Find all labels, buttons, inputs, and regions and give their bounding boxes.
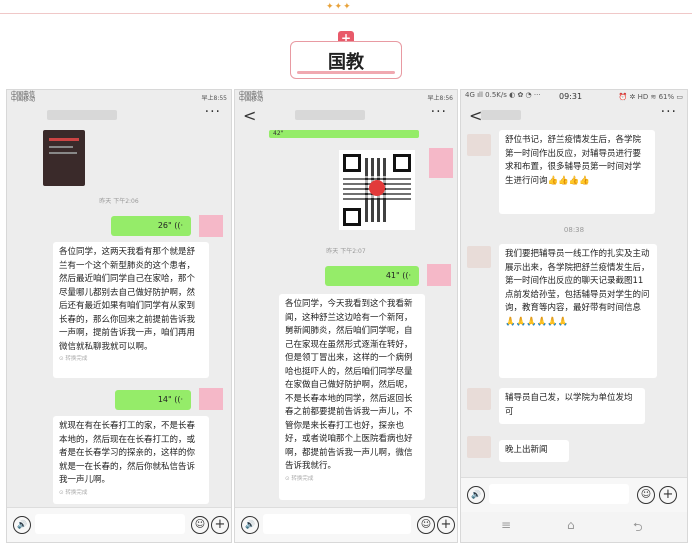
- voice-input-icon[interactable]: 🔊: [467, 486, 485, 504]
- chat-header: ···: [7, 104, 231, 128]
- avatar: [467, 388, 491, 410]
- message-text: 就现在有在长春打工的家，不是长春本地的，然后现在在长春打工的，或者是在长春学习的…: [59, 421, 196, 485]
- transcribed-message: 各位同学，今天我看到这个我看新闻，这种舒兰这边哈有一个新阿，舅新闻肺炎，然后咱们…: [279, 294, 425, 500]
- chat-timestamp: 08:38: [563, 226, 585, 234]
- plus-icon[interactable]: +: [211, 516, 229, 534]
- voice-input-icon[interactable]: 🔊: [241, 516, 259, 534]
- chat-screenshot-2: 中国电信 中国移动 早上8:56 < ··· 42" 昨天 下午2:07 41"…: [234, 89, 458, 543]
- voice-message[interactable]: 14" ((·: [115, 390, 191, 410]
- badge-box: 国教: [290, 41, 402, 79]
- message-input[interactable]: [35, 514, 185, 534]
- input-bar: 🔊 ☺ +: [461, 477, 687, 512]
- chat-message: 辅导员自己发，以学院为单位发均可: [499, 388, 645, 424]
- status-time: 09:31: [559, 92, 583, 101]
- message-text: 各位同学，今天我看到这个我看新闻，这种舒兰这边哈有一个新阿，舅新闻肺炎，然后咱们…: [285, 299, 413, 471]
- chat-message: 晚上出新闻: [499, 440, 569, 462]
- transcribe-status: ⊙ 转换完成: [59, 489, 88, 496]
- chat-message: 我们要把辅导员一线工作的扎实及主动展示出来，各学院把舒兰疫情发生后，第一时间作出…: [499, 244, 657, 378]
- chat-timestamp: 昨天 下午2:07: [326, 248, 366, 255]
- back-nav-icon[interactable]: ⮌: [633, 518, 643, 539]
- voice-message[interactable]: 41" ((·: [325, 266, 419, 286]
- transcribed-message: 就现在有在长春打工的家，不是长春本地的，然后现在在长春打工的，或者是在长春学习的…: [53, 416, 209, 504]
- image-thumbnail[interactable]: [43, 130, 85, 186]
- message-text: 晚上出新闻: [505, 445, 548, 455]
- input-bar: 🔊 ☺ +: [7, 507, 231, 542]
- chat-name-blurred: [481, 110, 521, 120]
- transcribed-message: 各位同学，这两天我看有那个就是舒兰有一个这个新型肺炎的这个患者，然后最近咱们同学…: [53, 242, 209, 378]
- section-badge: + 国教: [290, 31, 402, 79]
- chat-header: < ···: [461, 104, 687, 128]
- avatar: [199, 215, 223, 237]
- more-icon[interactable]: ···: [431, 104, 447, 120]
- emoji-icon[interactable]: ☺: [191, 516, 209, 534]
- chat-timestamp: 昨天 下午2:06: [99, 198, 139, 205]
- avatar: [467, 246, 491, 268]
- avatar: [199, 388, 223, 410]
- message-text: 辅导员自己发，以学院为单位发均可: [505, 393, 633, 417]
- voice-message[interactable]: 42": [269, 130, 419, 138]
- chat-screenshot-3: 4G ıll 0.5K/s ◐ ✿ ◔ ··· 09:31 ⏰ ✲ HD ≋ 6…: [460, 89, 688, 543]
- more-icon[interactable]: ···: [205, 104, 221, 120]
- avatar: [427, 264, 451, 286]
- voice-input-icon[interactable]: 🔊: [13, 516, 31, 534]
- avatar: [467, 134, 491, 156]
- chat-header: < ···: [235, 104, 457, 128]
- plus-icon[interactable]: +: [659, 486, 677, 504]
- chat-screenshot-1: 中国电信 中国移动 早上8:55 ··· 昨天 下午2:06 26" ((· 各…: [6, 89, 232, 543]
- chat-name-blurred: [47, 110, 117, 120]
- message-input[interactable]: [489, 484, 629, 504]
- voice-message[interactable]: 26" ((·: [111, 216, 191, 236]
- message-text: 我们要把辅导员一线工作的扎实及主动展示出来，各学院把舒兰疫情发生后，第一时间作出…: [505, 249, 650, 327]
- chat-message: 舒位书记，舒兰疫情发生后，各学院第一时间作出反应，对辅导员进行要求和布置，很多辅…: [499, 130, 655, 214]
- battery-status: ⏰ ✲ HD ≋ 61% ▭: [618, 93, 683, 101]
- menu-icon[interactable]: ≡: [501, 518, 511, 532]
- system-nav-bar: ≡ ⌂ ⮌: [461, 512, 687, 542]
- message-text: 各位同学，这两天我看有那个就是舒兰有一个这个新型肺炎的这个患者，然后最近咱们同学…: [59, 247, 196, 352]
- status-bar: 中国电信 中国移动 早上8:56: [235, 90, 457, 104]
- home-icon[interactable]: ⌂: [567, 518, 575, 532]
- qr-code-image[interactable]: [339, 150, 415, 230]
- avatar: [467, 436, 491, 458]
- carrier-label: 中国电信 中国移动: [239, 91, 264, 103]
- more-icon[interactable]: ···: [661, 104, 677, 120]
- status-bar: 4G ıll 0.5K/s ◐ ✿ ◔ ··· 09:31 ⏰ ✲ HD ≋ 6…: [461, 90, 687, 104]
- input-bar: 🔊 ☺ +: [235, 507, 457, 542]
- transcribe-status: ⊙ 转换完成: [59, 356, 88, 362]
- signal-status: 4G ıll 0.5K/s ◐ ✿ ◔ ···: [465, 91, 541, 99]
- message-text: 舒位书记，舒兰疫情发生后，各学院第一时间作出反应，对辅导员进行要求和布置，很多辅…: [505, 135, 642, 186]
- decorative-dots: ✦✦✦: [326, 2, 352, 12]
- status-time: 早上8:56: [427, 95, 453, 102]
- status-bar: 中国电信 中国移动 早上8:55: [7, 90, 231, 104]
- emoji-icon[interactable]: ☺: [417, 516, 435, 534]
- emoji-icon[interactable]: ☺: [637, 486, 655, 504]
- carrier-label: 中国电信 中国移动: [11, 91, 36, 103]
- status-time: 早上8:55: [201, 95, 227, 102]
- badge-underline: [297, 71, 395, 74]
- back-icon[interactable]: <: [243, 106, 256, 125]
- message-input[interactable]: [263, 514, 411, 534]
- chat-name-blurred: [295, 110, 365, 120]
- transcribe-status: ⊙ 转换完成: [285, 475, 314, 482]
- plus-icon[interactable]: +: [437, 516, 455, 534]
- avatar: [429, 148, 453, 178]
